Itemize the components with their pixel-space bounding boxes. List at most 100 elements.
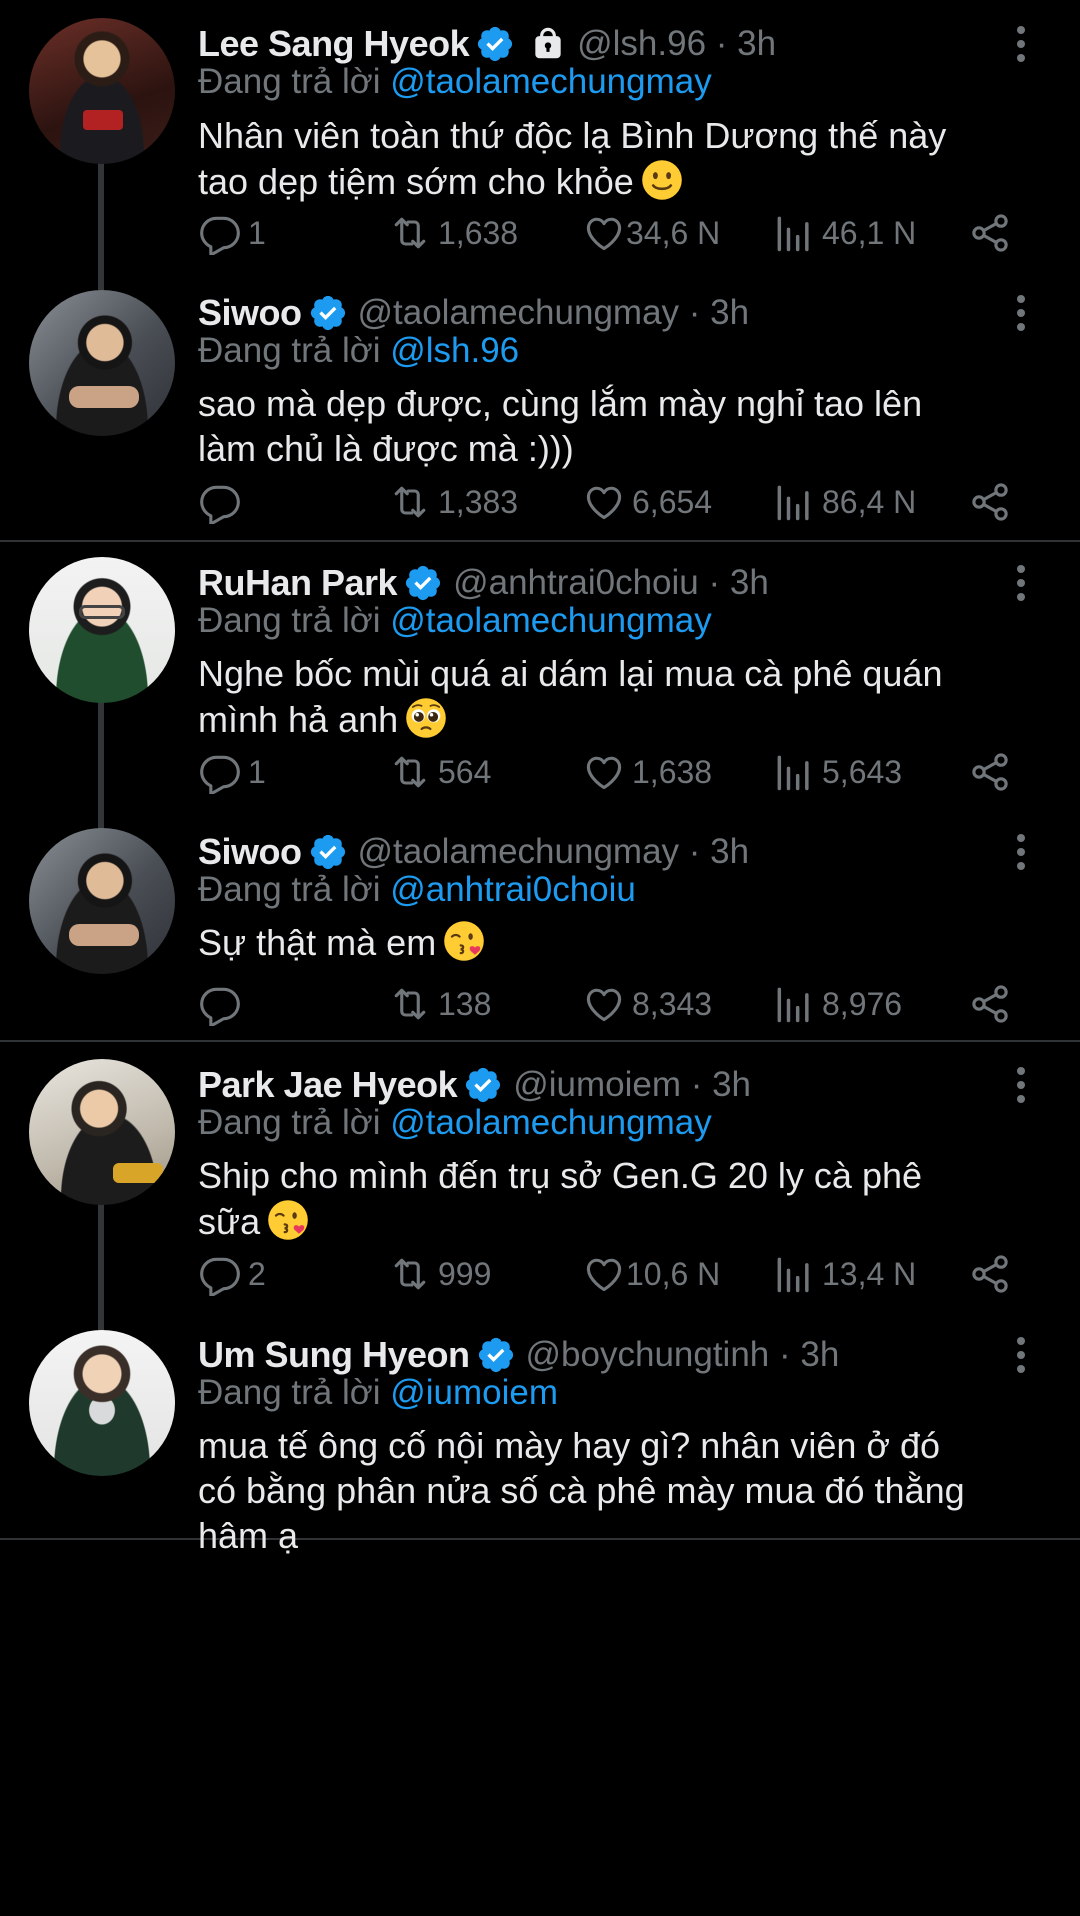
mention-link[interactable]: @iumoiem bbox=[390, 1373, 558, 1412]
reply-count: 2 bbox=[248, 1255, 266, 1292]
avatar[interactable] bbox=[29, 828, 175, 974]
like-count: 10,6 N bbox=[626, 1255, 721, 1292]
handle-and-time[interactable]: @lsh.96 · 3h bbox=[577, 24, 776, 64]
retweet-button[interactable]: 1,383 bbox=[388, 477, 518, 527]
share-icon bbox=[968, 480, 1012, 524]
more-options-icon[interactable] bbox=[1014, 24, 1028, 64]
reply-button[interactable]: 1 bbox=[198, 208, 266, 258]
more-options-icon[interactable] bbox=[1014, 1065, 1028, 1105]
like-button[interactable]: 10,6 N bbox=[582, 1249, 720, 1299]
verified-badge-icon bbox=[403, 563, 443, 603]
reply-button[interactable] bbox=[198, 477, 248, 527]
tweet[interactable]: RuHan Park @anhtrai0choiu · 3h Đang trả … bbox=[0, 553, 1080, 823]
avatar[interactable] bbox=[29, 290, 175, 436]
more-options-icon[interactable] bbox=[1014, 832, 1028, 872]
handle-and-time[interactable]: @taolamechungmay · 3h bbox=[358, 293, 750, 333]
views-button[interactable]: 46,1 N bbox=[772, 208, 916, 258]
handle-and-time[interactable]: @iumoiem · 3h bbox=[513, 1065, 751, 1105]
views-button[interactable]: 86,4 N bbox=[772, 477, 916, 527]
tweet-text-line: mua tế ông cố nội mày hay gì? nhân viên … bbox=[198, 1425, 941, 1466]
display-name[interactable]: Siwoo bbox=[198, 831, 302, 873]
tweet[interactable]: Siwoo @taolamechungmay · 3h Đang trả lời… bbox=[0, 822, 1080, 1037]
like-count: 8,343 bbox=[632, 985, 713, 1022]
retweet-icon bbox=[388, 750, 432, 794]
handle-and-time[interactable]: @boychungtinh · 3h bbox=[526, 1335, 840, 1375]
display-name[interactable]: Park Jae Hyeok bbox=[198, 1064, 458, 1106]
share-button[interactable] bbox=[968, 1249, 1012, 1299]
retweet-count: 999 bbox=[438, 1255, 492, 1292]
more-options-icon[interactable] bbox=[1014, 1335, 1028, 1375]
share-icon bbox=[968, 211, 1012, 255]
views-icon bbox=[772, 1252, 816, 1296]
handle-and-time[interactable]: @taolamechungmay · 3h bbox=[358, 832, 750, 872]
reply-icon bbox=[198, 982, 242, 1026]
tweet-text-line: Ship cho mình đến trụ sở Gen.G 20 ly cà … bbox=[198, 1155, 923, 1196]
display-name[interactable]: Siwoo bbox=[198, 292, 302, 334]
views-icon bbox=[772, 480, 816, 524]
slightly-smiling-face-emoji bbox=[640, 158, 684, 202]
reply-count: 1 bbox=[248, 753, 266, 790]
tweet-text: sao mà dẹp được, cùng lắm mày nghỉ tao l… bbox=[198, 381, 1028, 471]
tweet[interactable]: Um Sung Hyeon @boychungtinh · 3h Đang tr… bbox=[0, 1325, 1080, 1556]
display-name[interactable]: Lee Sang Hyeok bbox=[198, 23, 470, 65]
tweet-text-line: có bằng phân nửa số cà phê mày mua đó th… bbox=[198, 1470, 965, 1511]
tweet[interactable]: Lee Sang Hyeok @lsh.96 · 3h Đang trả lời… bbox=[0, 14, 1080, 284]
view-count: 8,976 bbox=[822, 985, 903, 1022]
retweet-count: 564 bbox=[438, 753, 492, 790]
like-button[interactable]: 8,343 bbox=[582, 979, 712, 1029]
tweet-text: mua tế ông cố nội mày hay gì? nhân viên … bbox=[198, 1423, 1028, 1558]
reply-button[interactable] bbox=[198, 979, 248, 1029]
mention-link[interactable]: @taolamechungmay bbox=[390, 601, 712, 640]
tweet-text-line: hâm ạ bbox=[198, 1515, 299, 1556]
mention-link[interactable]: @lsh.96 bbox=[390, 331, 519, 370]
retweet-button[interactable]: 564 bbox=[388, 747, 491, 797]
tweet-actions: 2 999 10,6 N 13,4 N bbox=[198, 1249, 1018, 1299]
mention-link[interactable]: @taolamechungmay bbox=[390, 1103, 712, 1142]
mention-link[interactable]: @anhtrai0choiu bbox=[390, 870, 636, 909]
share-button[interactable] bbox=[968, 979, 1012, 1029]
avatar[interactable] bbox=[29, 557, 175, 703]
tweet-text-line-content: tao dẹp tiệm sớm cho khỏe bbox=[198, 161, 634, 202]
display-name[interactable]: Um Sung Hyeon bbox=[198, 1334, 470, 1376]
like-button[interactable]: 34,6 N bbox=[582, 208, 720, 258]
tweet[interactable]: Siwoo @taolamechungmay · 3h Đang trả lời… bbox=[0, 283, 1080, 533]
reply-button[interactable]: 1 bbox=[198, 747, 266, 797]
tweet-text: Ship cho mình đến trụ sở Gen.G 20 ly cà … bbox=[198, 1153, 1028, 1244]
verified-badge-icon bbox=[475, 24, 515, 64]
more-options-icon[interactable] bbox=[1014, 293, 1028, 333]
tweet[interactable]: Park Jae Hyeok @iumoiem · 3h Đang trả lờ… bbox=[0, 1055, 1080, 1325]
tweet-text-line: Sự thật mà em bbox=[198, 919, 1028, 965]
retweet-button[interactable]: 999 bbox=[388, 1249, 491, 1299]
tweet-text-line: Nghe bốc mùi quá ai dám lại mua cà phê q… bbox=[198, 653, 943, 694]
more-options-icon[interactable] bbox=[1014, 563, 1028, 603]
like-icon bbox=[582, 1252, 626, 1296]
like-button[interactable]: 6,654 bbox=[582, 477, 712, 527]
like-icon bbox=[582, 982, 626, 1026]
avatar[interactable] bbox=[29, 18, 175, 164]
retweet-button[interactable]: 138 bbox=[388, 979, 491, 1029]
views-button[interactable]: 5,643 bbox=[772, 747, 902, 797]
like-button[interactable]: 1,638 bbox=[582, 747, 712, 797]
replying-to: Đang trả lời @lsh.96 bbox=[198, 331, 519, 371]
replying-to: Đang trả lời @anhtrai0choiu bbox=[198, 870, 636, 910]
replying-to: Đang trả lời @iumoiem bbox=[198, 1373, 558, 1413]
avatar[interactable] bbox=[29, 1059, 175, 1205]
verified-badge-icon bbox=[308, 832, 348, 872]
retweet-button[interactable]: 1,638 bbox=[388, 208, 518, 258]
verified-badge-icon bbox=[308, 293, 348, 333]
display-name[interactable]: RuHan Park bbox=[198, 562, 398, 604]
retweet-icon bbox=[388, 480, 432, 524]
like-icon bbox=[582, 211, 626, 255]
views-button[interactable]: 13,4 N bbox=[772, 1249, 916, 1299]
share-button[interactable] bbox=[968, 747, 1012, 797]
avatar[interactable] bbox=[29, 1330, 175, 1476]
handle-and-time[interactable]: @anhtrai0choiu · 3h bbox=[453, 563, 769, 603]
share-icon bbox=[968, 750, 1012, 794]
reply-button[interactable]: 2 bbox=[198, 1249, 266, 1299]
share-icon bbox=[968, 982, 1012, 1026]
like-count: 34,6 N bbox=[626, 214, 721, 251]
views-button[interactable]: 8,976 bbox=[772, 979, 902, 1029]
mention-link[interactable]: @taolamechungmay bbox=[390, 62, 712, 101]
share-button[interactable] bbox=[968, 477, 1012, 527]
share-button[interactable] bbox=[968, 208, 1012, 258]
